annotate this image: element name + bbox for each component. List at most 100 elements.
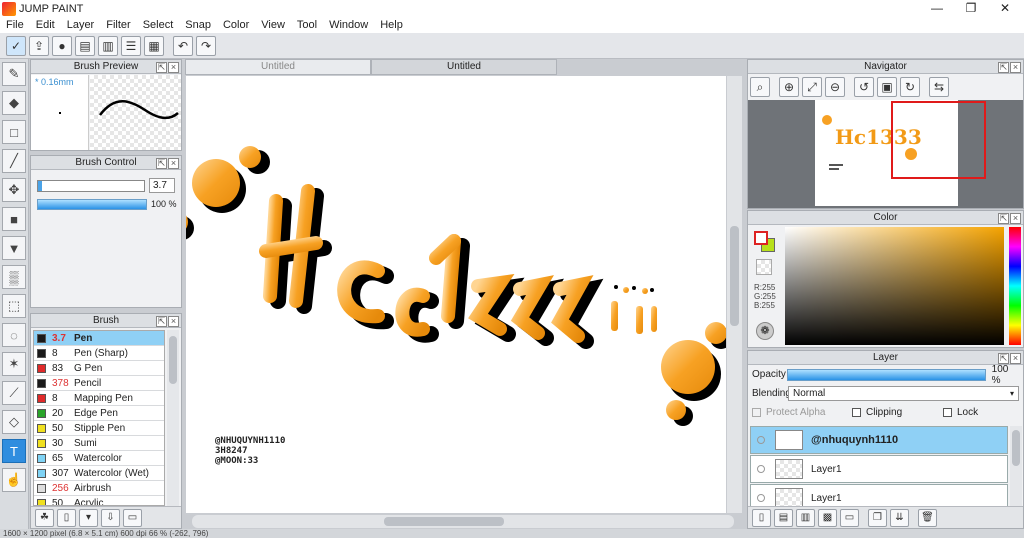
panel-close-icon[interactable]: × [1010, 353, 1021, 364]
select-pen-tool-icon[interactable]: ⟋ [2, 381, 26, 405]
panel-close-icon[interactable]: × [1010, 62, 1021, 73]
layer-opacity-slider[interactable] [786, 368, 986, 381]
popout-icon[interactable]: ⇱ [156, 62, 167, 73]
menu-edit[interactable]: Edit [30, 19, 61, 31]
document-icon[interactable]: ▥ [98, 35, 118, 56]
menu-select[interactable]: Select [137, 19, 180, 31]
brush-item[interactable]: 30 Sumi [34, 436, 164, 451]
bucket-tool-icon[interactable]: ▼ [2, 236, 26, 260]
operation-tool-icon[interactable]: ☝ [2, 468, 26, 492]
transparent-color-swatch[interactable] [756, 259, 772, 275]
saturation-value-picker[interactable] [785, 227, 1004, 345]
visibility-eye-icon[interactable] [757, 494, 765, 502]
menu-view[interactable]: View [255, 19, 291, 31]
flip-icon[interactable]: ⇆ [929, 77, 949, 97]
lasso-tool-icon[interactable]: ◌ [2, 323, 26, 347]
new-layer-icon[interactable]: ▯ [752, 508, 771, 527]
menu-window[interactable]: Window [323, 19, 374, 31]
brush-item[interactable]: 50 Acrylic [34, 496, 164, 505]
visibility-eye-icon[interactable] [757, 465, 765, 473]
brush-list-scrollbar[interactable] [167, 330, 179, 506]
protect-alpha-checkbox[interactable] [752, 408, 761, 417]
pen-tool-icon[interactable]: ✎ [2, 62, 26, 86]
undo-icon[interactable]: ↶ [173, 35, 193, 56]
layer-list-scrollbar[interactable] [1010, 426, 1022, 506]
redo-icon[interactable]: ↷ [196, 35, 216, 56]
new-raster-layer-icon[interactable]: ▤ [774, 508, 793, 527]
rectangle-tool-icon[interactable]: □ [2, 120, 26, 144]
magic-wand-tool-icon[interactable]: ✶ [2, 352, 26, 376]
line-tool-icon[interactable]: ╱ [2, 149, 26, 173]
popout-icon[interactable]: ⇱ [998, 353, 1009, 364]
fit-icon[interactable]: ⤢ [802, 77, 822, 97]
popout-icon[interactable]: ⇱ [998, 62, 1009, 73]
brush-item[interactable]: 3.7 Pen [34, 331, 164, 346]
brush-import-icon[interactable]: ⇩ [101, 508, 120, 527]
menu-color[interactable]: Color [217, 19, 255, 31]
eraser-tool-icon[interactable]: ◆ [2, 91, 26, 115]
brush-item[interactable]: 8 Mapping Pen [34, 391, 164, 406]
rotate-right-icon[interactable]: ↻ [900, 77, 920, 97]
brush-item[interactable]: 50 Stipple Pen [34, 421, 164, 436]
settings-grid-icon[interactable]: ▦ [144, 35, 164, 56]
text-tool-icon[interactable]: T [2, 439, 26, 463]
tab-untitled-1[interactable]: Untitled [185, 59, 371, 75]
select-eraser-tool-icon[interactable]: ◇ [2, 410, 26, 434]
zoom-search-icon[interactable]: ⌕ [750, 77, 770, 97]
delete-layer-icon[interactable]: 🗑 [918, 508, 937, 527]
brush-dropdown-icon[interactable]: ▾ [79, 508, 98, 527]
hue-slider[interactable] [1009, 227, 1021, 345]
panel-close-icon[interactable]: × [168, 158, 179, 169]
brush-opacity-slider[interactable] [37, 199, 147, 210]
tab-untitled-2[interactable]: Untitled [371, 59, 557, 75]
move-tool-icon[interactable]: ✥ [2, 178, 26, 202]
fill-rect-tool-icon[interactable]: ■ [2, 207, 26, 231]
brush-item[interactable]: 65 Watercolor [34, 451, 164, 466]
layer-folder-icon[interactable]: ▭ [840, 508, 859, 527]
layer-item[interactable]: @nhuquynh1110 [750, 426, 1008, 454]
menu-snap[interactable]: Snap [179, 19, 217, 31]
menu-file[interactable]: File [0, 19, 30, 31]
duplicate-layer-icon[interactable]: ❐ [868, 508, 887, 527]
menu-filter[interactable]: Filter [100, 19, 136, 31]
brush-item[interactable]: 20 Edge Pen [34, 406, 164, 421]
rotate-left-icon[interactable]: ↺ [854, 77, 874, 97]
foreground-color-swatch[interactable] [754, 231, 768, 245]
blending-select[interactable]: Normal ▾ [788, 386, 1019, 401]
brush-item[interactable]: 307 Watercolor (Wet) [34, 466, 164, 481]
visibility-eye-icon[interactable] [757, 436, 765, 444]
list-icon[interactable]: ☰ [121, 35, 141, 56]
new-text-layer-icon[interactable]: ▥ [796, 508, 815, 527]
lock-checkbox[interactable] [943, 408, 952, 417]
minimize-button[interactable]: — [920, 0, 954, 17]
zoom-out-icon[interactable]: ⊖ [825, 77, 845, 97]
close-button[interactable]: ✕ [988, 0, 1022, 17]
comment-icon[interactable]: ● [52, 35, 72, 56]
merge-layer-icon[interactable]: ⇊ [890, 508, 909, 527]
brush-page-icon[interactable]: ▯ [57, 508, 76, 527]
palette-icon[interactable]: ❁ [756, 322, 774, 340]
new-tone-layer-icon[interactable]: ▩ [818, 508, 837, 527]
popout-icon[interactable]: ⇱ [156, 158, 167, 169]
clipping-checkbox[interactable] [852, 408, 861, 417]
panel-close-icon[interactable]: × [168, 62, 179, 73]
menu-layer[interactable]: Layer [61, 19, 101, 31]
gradient-tool-icon[interactable]: ▒ [2, 265, 26, 289]
check-icon[interactable]: ✓ [6, 35, 26, 56]
share-icon[interactable]: ⇪ [29, 35, 49, 56]
popout-icon[interactable]: ⇱ [998, 213, 1009, 224]
navigator-viewport-box[interactable] [891, 101, 986, 179]
rect-select-tool-icon[interactable]: ⬚ [2, 294, 26, 318]
canvas-vertical-scrollbar[interactable] [727, 76, 742, 513]
brush-size-value[interactable]: 3.7 [149, 178, 175, 193]
menu-help[interactable]: Help [374, 19, 409, 31]
brush-item[interactable]: 378 Pencil [34, 376, 164, 391]
menu-tool[interactable]: Tool [291, 19, 323, 31]
maximize-button[interactable]: ❐ [954, 0, 988, 17]
brush-item[interactable]: 256 Airbrush [34, 481, 164, 496]
panel-close-icon[interactable]: × [168, 316, 179, 327]
reset-icon[interactable]: ▣ [877, 77, 897, 97]
canvas-horizontal-scrollbar[interactable] [192, 515, 734, 528]
brush-folder-icon[interactable]: ▭ [123, 508, 142, 527]
panel-close-icon[interactable]: × [1010, 213, 1021, 224]
